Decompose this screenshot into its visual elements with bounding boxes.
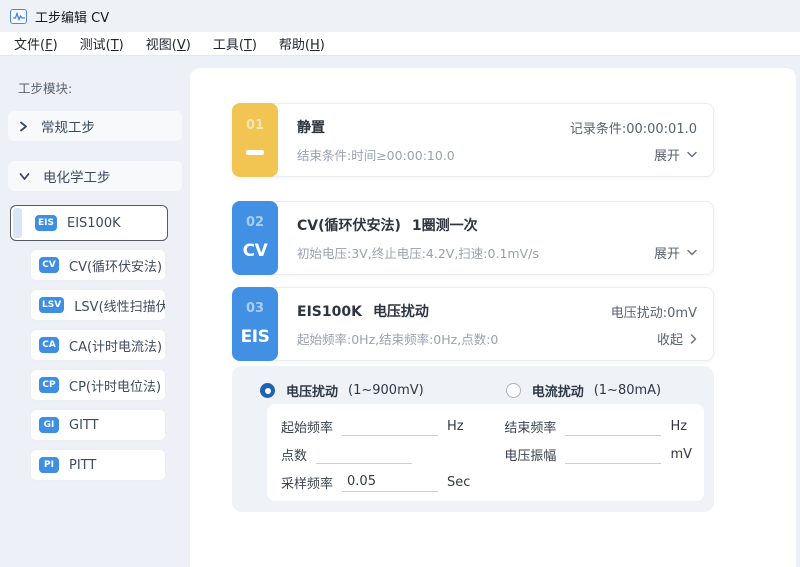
step-card-cv: 02 CV CV(循环伏安法) 1圈测一次 初始电压:3V,终止电压:4.2V,扫… bbox=[232, 201, 714, 275]
sidebar-item-gitt[interactable]: GI GITT bbox=[30, 409, 166, 441]
eis-fields-card: 起始频率 Hz 结束频率 Hz 点数 电压振幅 mV 采样频率 0.05 Sec bbox=[267, 404, 704, 501]
menu-bar: 文件(F) 测试(T) 视图(V) 工具(T) 帮助(H) bbox=[0, 32, 800, 56]
sidebar-item-cp[interactable]: CP CP(计时电位法) bbox=[30, 369, 166, 401]
sidebar-item-label: CP(计时电位法) bbox=[69, 379, 162, 395]
end-frequency-input[interactable] bbox=[565, 417, 662, 436]
eis-settings-panel: 电压扰动 (1~900mV) 电流扰动 (1~80mA) 起始频率 Hz 结束频… bbox=[232, 366, 714, 512]
collapse-toggle[interactable]: 收起 bbox=[657, 329, 697, 348]
sidebar-item-lsv[interactable]: LSV LSV(线性扫描伏安法) bbox=[30, 289, 166, 321]
current-range: (1~80mA) bbox=[593, 383, 662, 398]
points-field: 点数 bbox=[281, 445, 470, 464]
voltage-range: (1~900mV) bbox=[348, 383, 424, 398]
window-title: 工步编辑 CV bbox=[35, 10, 110, 26]
pi-badge-icon: PI bbox=[39, 457, 59, 473]
chevron-down-icon bbox=[19, 172, 30, 181]
voltage-perturbation-radio[interactable]: 电压扰动 (1~900mV) bbox=[260, 381, 424, 400]
sidebar-item-label: CA(计时电流法) bbox=[69, 339, 163, 355]
current-perturbation-radio[interactable]: 电流扰动 (1~80mA) bbox=[505, 381, 662, 400]
sidebar-item-label: EIS100K bbox=[66, 215, 121, 231]
step-card-eis: 03 EIS EIS100K 电压扰动 电压扰动:0mV 起始频率:0Hz,结束频… bbox=[232, 287, 714, 361]
cp-badge-icon: CP bbox=[39, 377, 59, 393]
main-panel: 01 静置 记录条件:00:00:01.0 结束条件:时间≥00:00:10.0… bbox=[190, 68, 796, 567]
step-number: 03 bbox=[245, 301, 265, 317]
title-bar: 工步编辑 CV bbox=[0, 0, 800, 32]
step-abbr: CV bbox=[242, 240, 268, 261]
expand-toggle[interactable]: 展开 bbox=[654, 243, 697, 262]
group-label: 常规工步 bbox=[41, 120, 95, 136]
sidebar-item-list: EIS EIS100K CV CV(循环伏安法) LSV LSV(线性扫描伏安法… bbox=[0, 205, 190, 481]
waveform-app-icon bbox=[10, 8, 27, 24]
sidebar-item-cv[interactable]: CV CV(循环伏安法) bbox=[30, 249, 166, 281]
cv-parameters-summary: 初始电压:3V,终止电压:4.2V,扫速:0.1mV/s bbox=[297, 246, 539, 261]
sidebar-item-label: GITT bbox=[69, 417, 99, 433]
sidebar-item-ca[interactable]: CA CA(计时电流法) bbox=[30, 329, 166, 361]
chevron-right-icon bbox=[690, 333, 697, 344]
step-modules-label: 工步模块: bbox=[18, 81, 73, 96]
step-badge-02: 02 CV bbox=[232, 201, 278, 275]
step-title: CV(循环伏安法) 1圈测一次 bbox=[297, 218, 478, 234]
perturbation-value: 电压扰动:0mV bbox=[610, 305, 697, 321]
eis-badge-icon: EIS bbox=[35, 215, 57, 231]
menu-test[interactable]: 测试(T) bbox=[69, 32, 135, 55]
menu-view[interactable]: 视图(V) bbox=[135, 32, 202, 55]
lsv-badge-icon: LSV bbox=[39, 297, 65, 313]
radio-selected-icon bbox=[260, 383, 275, 398]
step-abbr: EIS bbox=[240, 326, 270, 347]
step-number: 02 bbox=[245, 215, 265, 231]
sidebar-item-eis100k[interactable]: EIS EIS100K bbox=[10, 205, 168, 241]
group-label: 电化学工步 bbox=[43, 170, 111, 186]
voltage-amplitude-field: 电压振幅 mV bbox=[504, 445, 692, 464]
sidebar-item-label: PITT bbox=[69, 457, 97, 473]
end-condition: 结束条件:时间≥00:00:10.0 bbox=[297, 148, 455, 163]
start-frequency-input[interactable] bbox=[342, 417, 439, 436]
sidebar-item-label: LSV(线性扫描伏安法) bbox=[74, 299, 166, 315]
step-badge-01: 01 bbox=[232, 103, 278, 177]
group-regular-steps[interactable]: 常规工步 bbox=[8, 111, 182, 141]
step-badge-03: 03 EIS bbox=[232, 287, 278, 361]
cv-badge-icon: CV bbox=[39, 257, 59, 273]
sidebar-item-label: CV(循环伏安法) bbox=[69, 259, 163, 275]
step-title: 静置 bbox=[297, 120, 325, 136]
sampling-frequency-field: 采样频率 Sec bbox=[281, 473, 470, 492]
chevron-down-icon bbox=[687, 249, 697, 256]
step-title: EIS100K 电压扰动 bbox=[297, 304, 429, 320]
sampling-frequency-input[interactable] bbox=[342, 473, 439, 492]
step-list: 01 静置 记录条件:00:00:01.0 结束条件:时间≥00:00:10.0… bbox=[232, 103, 714, 512]
end-frequency-field: 结束频率 Hz bbox=[504, 417, 688, 436]
eis-parameters-summary: 起始频率:0Hz,结束频率:0Hz,点数:0 bbox=[297, 332, 499, 347]
ca-badge-icon: CA bbox=[39, 337, 59, 353]
sidebar: 工步模块: 常规工步 电化学工步 EIS EIS100K CV CV(循环伏安法… bbox=[0, 56, 190, 567]
group-electrochem-steps[interactable]: 电化学工步 bbox=[8, 161, 182, 191]
menu-file[interactable]: 文件(F) bbox=[3, 32, 69, 55]
gi-badge-icon: GI bbox=[39, 417, 59, 433]
expand-toggle[interactable]: 展开 bbox=[654, 145, 697, 164]
points-input[interactable] bbox=[316, 445, 413, 464]
voltage-amplitude-input[interactable] bbox=[565, 445, 662, 464]
radio-unselected-icon bbox=[505, 383, 521, 398]
sidebar-item-pitt[interactable]: PI PITT bbox=[30, 449, 166, 481]
record-condition: 记录条件:00:00:01.0 bbox=[569, 121, 697, 137]
step-card-rest: 01 静置 记录条件:00:00:01.0 结束条件:时间≥00:00:10.0… bbox=[232, 103, 714, 177]
minus-icon bbox=[246, 150, 264, 155]
perturbation-mode-group: 电压扰动 (1~900mV) 电流扰动 (1~80mA) bbox=[232, 366, 714, 400]
chevron-down-icon bbox=[687, 151, 697, 158]
chevron-right-icon bbox=[19, 121, 28, 132]
menu-help[interactable]: 帮助(H) bbox=[268, 32, 336, 55]
menu-tools[interactable]: 工具(T) bbox=[202, 32, 268, 55]
start-frequency-field: 起始频率 Hz bbox=[281, 417, 464, 436]
step-number: 01 bbox=[245, 117, 265, 133]
